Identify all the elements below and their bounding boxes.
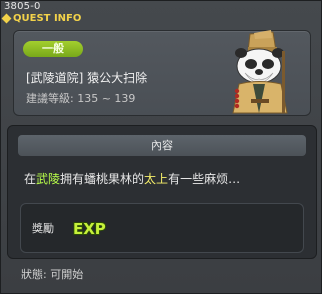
quest-content-panel: 內容 在武陵拥有蟠桃果林的太上有一些麻烦… 獎勵 EXP bbox=[7, 125, 317, 259]
quest-info-window: 3805-0 QUEST INFO 一般 [武陵道院] 猿公大扫除 建議等級: … bbox=[0, 0, 322, 294]
quest-type-badge: 一般 bbox=[23, 41, 83, 57]
quest-level-requirement: 建議等級: 135 ~ 139 bbox=[26, 92, 136, 105]
reward-label: 獎勵 bbox=[32, 222, 54, 235]
panda-npc-portrait bbox=[232, 30, 288, 114]
window-title-bar[interactable]: QUEST INFO bbox=[1, 12, 111, 25]
exp-icon[interactable]: EXP bbox=[72, 218, 106, 238]
quest-description: 在武陵拥有蟠桃果林的太上有一些麻烦… bbox=[24, 170, 240, 187]
quest-book-icon bbox=[1, 13, 12, 24]
quest-name: [武陵道院] 猿公大扫除 bbox=[26, 71, 148, 85]
window-title: QUEST INFO bbox=[13, 13, 82, 24]
quest-status: 狀態: 可開始 bbox=[21, 268, 84, 281]
desc-person-highlight: 太上 bbox=[144, 172, 169, 186]
desc-text-middle: 拥有蟠桃果林的 bbox=[60, 172, 145, 186]
reward-box: 獎勵 EXP bbox=[20, 203, 304, 253]
desc-place-highlight: 武陵 bbox=[36, 172, 61, 186]
desc-text-end: 有一些麻烦… bbox=[168, 172, 241, 186]
content-section-header: 內容 bbox=[18, 135, 306, 156]
desc-text-start: 在 bbox=[24, 172, 37, 186]
exp-icon-text: EXP bbox=[73, 220, 106, 238]
